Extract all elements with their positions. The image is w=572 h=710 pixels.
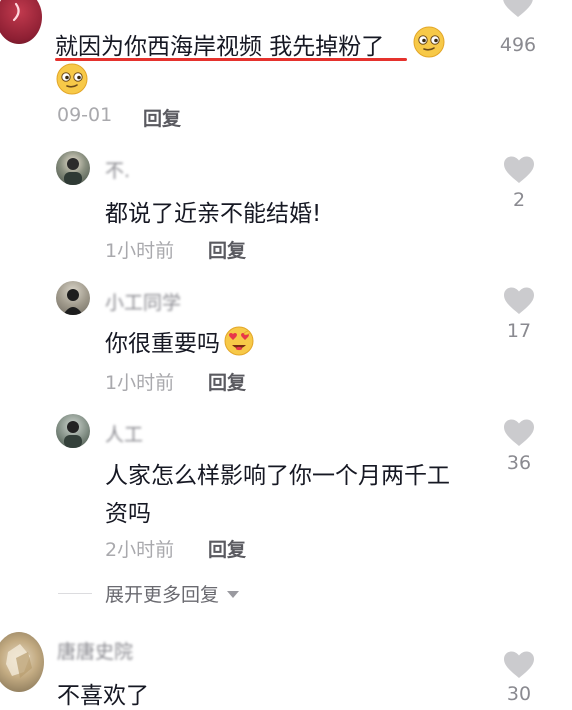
avatar-photo-icon bbox=[6, 644, 32, 678]
avatar[interactable] bbox=[0, 632, 44, 692]
like-count: 496 bbox=[499, 34, 537, 56]
smirk-emoji-icon bbox=[413, 26, 445, 58]
like-heart-icon[interactable] bbox=[503, 651, 535, 679]
comment-date: 09-01 bbox=[57, 104, 113, 126]
like-count: 2 bbox=[512, 189, 526, 211]
avatar-photo-icon bbox=[63, 289, 83, 315]
like-heart-icon[interactable] bbox=[503, 287, 535, 315]
like-heart-icon[interactable] bbox=[503, 419, 535, 447]
like-count: 17 bbox=[506, 320, 532, 342]
reply-time: 1小时前 bbox=[105, 372, 175, 394]
reply-text: 都说了近亲不能结婚! bbox=[105, 201, 322, 227]
heart-eyes-emoji-icon bbox=[224, 326, 254, 356]
reply-text: 资吗 bbox=[105, 501, 151, 527]
username[interactable]: 不. bbox=[105, 156, 130, 183]
like-heart-icon[interactable] bbox=[503, 156, 535, 184]
avatar[interactable] bbox=[56, 281, 90, 315]
avatar-photo-icon bbox=[64, 421, 82, 448]
avatar[interactable] bbox=[56, 414, 90, 448]
highlight-underline bbox=[55, 58, 407, 61]
username[interactable]: 小工同学 bbox=[105, 288, 181, 315]
comment-text: 不喜欢了 bbox=[57, 683, 149, 709]
avatar-photo-icon bbox=[64, 158, 82, 185]
expand-more-replies-label: 展开更多回复 bbox=[105, 584, 220, 606]
reply-time: 1小时前 bbox=[105, 240, 175, 262]
smirk-emoji-icon bbox=[56, 63, 88, 95]
avatar-logo-icon bbox=[12, 2, 20, 22]
reply-button[interactable]: 回复 bbox=[208, 535, 246, 562]
reply-button[interactable]: 回复 bbox=[208, 236, 246, 263]
reply-text: 人家怎么样影响了你一个月两千工 bbox=[105, 463, 450, 489]
username[interactable]: 人工 bbox=[105, 420, 143, 447]
reply-button[interactable]: 回复 bbox=[143, 104, 181, 131]
reply-time: 2小时前 bbox=[105, 539, 175, 561]
divider bbox=[58, 593, 92, 594]
expand-more-replies-button[interactable]: 展开更多回复 bbox=[105, 580, 241, 607]
avatar[interactable] bbox=[0, 0, 42, 44]
reply-button[interactable]: 回复 bbox=[208, 368, 246, 395]
like-count: 36 bbox=[506, 452, 532, 474]
avatar[interactable] bbox=[56, 151, 90, 185]
chevron-down-icon bbox=[227, 590, 240, 598]
reply-text: 你很重要吗 bbox=[105, 331, 220, 357]
like-heart-icon[interactable] bbox=[502, 0, 534, 18]
username[interactable]: 唐唐史院 bbox=[57, 637, 133, 664]
comment-text: 就因为你西海岸视频 我先掉粉了 bbox=[55, 34, 385, 60]
